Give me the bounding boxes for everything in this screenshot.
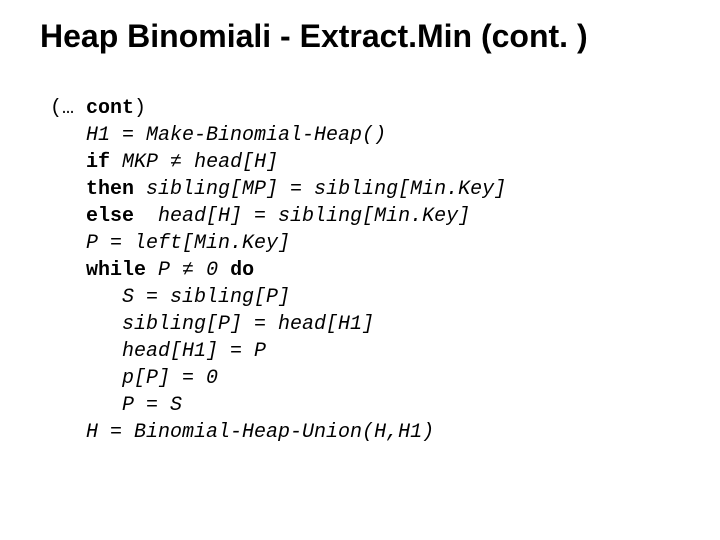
line-10: p[P] = 0 [122, 367, 218, 390]
slide: Heap Binomiali - Extract.Min (cont. ) (…… [0, 0, 720, 540]
line-6a: P [146, 259, 182, 282]
not-equal-symbol-2: ≠ [182, 259, 194, 282]
page-title: Heap Binomiali - Extract.Min (cont. ) [40, 18, 680, 55]
if-keyword: if [86, 151, 110, 174]
line-6b: 0 [194, 259, 230, 282]
cont-keyword: cont [86, 97, 134, 120]
line-1: H1 = Make-Binomial-Heap() [86, 124, 386, 147]
cont-open: (… [50, 97, 86, 120]
else-keyword: else [86, 205, 134, 228]
line-5: P = left[Min.Key] [86, 232, 290, 255]
do-keyword: do [230, 259, 254, 282]
not-equal-symbol: ≠ [170, 151, 182, 174]
line-11: P = S [122, 394, 182, 417]
while-keyword: while [86, 259, 146, 282]
line-4: head[H] = sibling[Min.Key] [134, 205, 470, 228]
line-9: head[H1] = P [122, 340, 266, 363]
line-12: H = Binomial-Heap-Union(H,H1) [86, 421, 434, 444]
line-3: sibling[MP] = sibling[Min.Key] [134, 178, 506, 201]
line-8: sibling[P] = head[H1] [122, 313, 374, 336]
pseudocode-block: (… cont) H1 = Make-Binomial-Heap() if MK… [50, 95, 680, 446]
line-7: S = sibling[P] [122, 286, 290, 309]
cont-close: ) [134, 97, 146, 120]
then-keyword: then [86, 178, 134, 201]
line-2b: head[H] [182, 151, 278, 174]
line-2a: MKP [110, 151, 170, 174]
